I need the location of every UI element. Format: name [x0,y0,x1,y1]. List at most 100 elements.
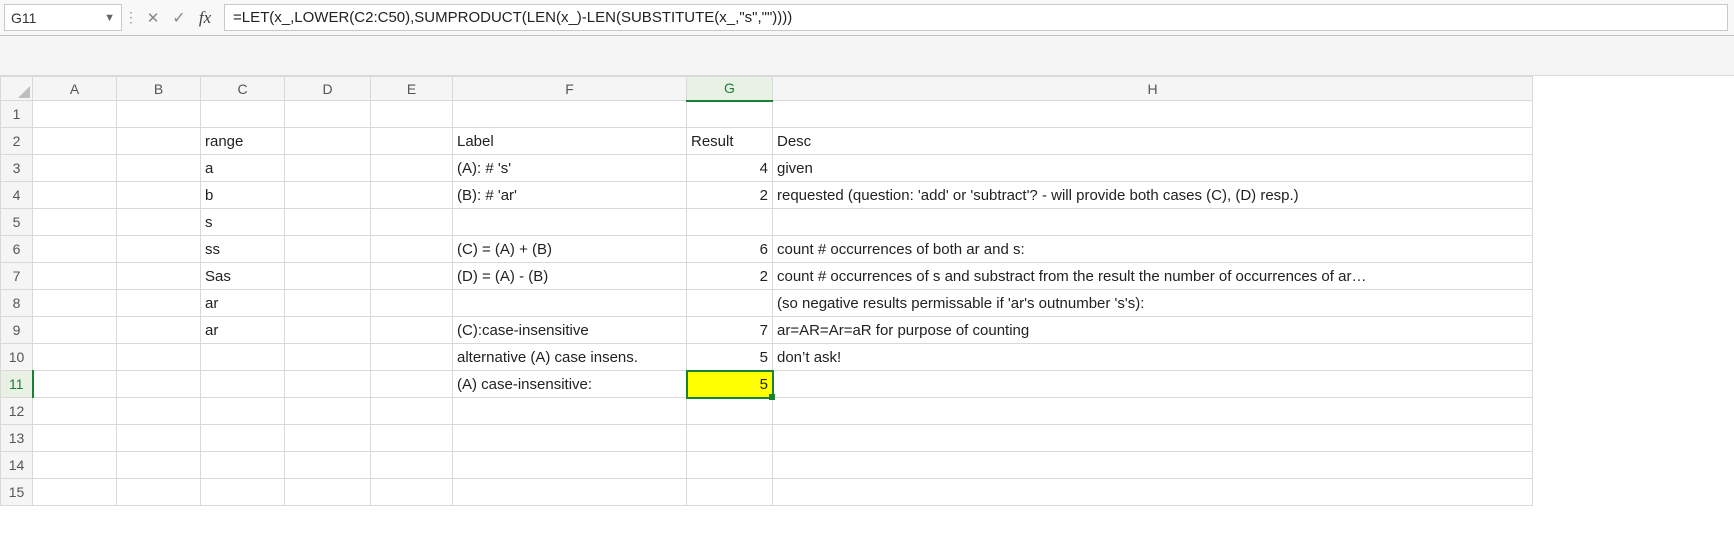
cell-G5[interactable] [687,209,773,236]
cell-F6[interactable]: (C) = (A) + (B) [453,236,687,263]
cell-H9[interactable]: ar=AR=Ar=aR for purpose of counting [773,317,1533,344]
cell-G8[interactable] [687,290,773,317]
cell-D2[interactable] [285,128,371,155]
cell-A13[interactable] [33,425,117,452]
cell-A12[interactable] [33,398,117,425]
cell-A7[interactable] [33,263,117,290]
cell-E3[interactable] [371,155,453,182]
cell-F12[interactable] [453,398,687,425]
cell-A1[interactable] [33,101,117,128]
cell-E13[interactable] [371,425,453,452]
cell-F10[interactable]: alternative (A) case insens. [453,344,687,371]
cell-A3[interactable] [33,155,117,182]
cell-C9[interactable]: ar [201,317,285,344]
cell-G13[interactable] [687,425,773,452]
column-header-E[interactable]: E [371,77,453,101]
cell-G7[interactable]: 2 [687,263,773,290]
row-header-8[interactable]: 8 [1,290,33,317]
cell-G3[interactable]: 4 [687,155,773,182]
cell-D10[interactable] [285,344,371,371]
row-header-7[interactable]: 7 [1,263,33,290]
cell-E14[interactable] [371,452,453,479]
spreadsheet-grid[interactable]: ABCDEFGH 12rangeLabelResultDesc3a(A): # … [0,76,1734,506]
cell-H12[interactable] [773,398,1533,425]
cell-H15[interactable] [773,479,1533,506]
row-header-4[interactable]: 4 [1,182,33,209]
row-header-10[interactable]: 10 [1,344,33,371]
cell-F2[interactable]: Label [453,128,687,155]
cell-D4[interactable] [285,182,371,209]
cell-B7[interactable] [117,263,201,290]
cell-D13[interactable] [285,425,371,452]
cell-F8[interactable] [453,290,687,317]
cell-E7[interactable] [371,263,453,290]
cell-H4[interactable]: requested (question: 'add' or 'subtract'… [773,182,1533,209]
cell-A8[interactable] [33,290,117,317]
cell-H3[interactable]: given [773,155,1533,182]
cell-G12[interactable] [687,398,773,425]
cell-G2[interactable]: Result [687,128,773,155]
cell-E8[interactable] [371,290,453,317]
cell-G14[interactable] [687,452,773,479]
cell-C10[interactable] [201,344,285,371]
column-header-A[interactable]: A [33,77,117,101]
cell-C15[interactable] [201,479,285,506]
column-header-H[interactable]: H [773,77,1533,101]
cell-C14[interactable] [201,452,285,479]
cell-C3[interactable]: a [201,155,285,182]
cell-E11[interactable] [371,371,453,398]
cell-F11[interactable]: (A) case-insensitive: [453,371,687,398]
cell-E5[interactable] [371,209,453,236]
cell-G6[interactable]: 6 [687,236,773,263]
row-header-12[interactable]: 12 [1,398,33,425]
cell-C4[interactable]: b [201,182,285,209]
cell-D15[interactable] [285,479,371,506]
cell-D1[interactable] [285,101,371,128]
cell-B4[interactable] [117,182,201,209]
cell-G15[interactable] [687,479,773,506]
cell-F9[interactable]: (C):case-insensitive [453,317,687,344]
cell-F13[interactable] [453,425,687,452]
row-header-9[interactable]: 9 [1,317,33,344]
cell-H7[interactable]: count # occurrences of s and substract f… [773,263,1533,290]
chevron-down-icon[interactable]: ▼ [104,12,115,24]
cell-F7[interactable]: (D) = (A) - (B) [453,263,687,290]
cell-E9[interactable] [371,317,453,344]
column-header-G[interactable]: G [687,77,773,101]
cell-H6[interactable]: count # occurrences of both ar and s: [773,236,1533,263]
cell-H11[interactable] [773,371,1533,398]
cell-D11[interactable] [285,371,371,398]
cell-C1[interactable] [201,101,285,128]
cell-B10[interactable] [117,344,201,371]
cell-H5[interactable] [773,209,1533,236]
cell-A10[interactable] [33,344,117,371]
cell-D8[interactable] [285,290,371,317]
cell-D3[interactable] [285,155,371,182]
cell-F1[interactable] [453,101,687,128]
cell-A5[interactable] [33,209,117,236]
cell-H14[interactable] [773,452,1533,479]
row-header-1[interactable]: 1 [1,101,33,128]
cell-H8[interactable]: (so negative results permissable if 'ar'… [773,290,1533,317]
cell-B12[interactable] [117,398,201,425]
cell-E15[interactable] [371,479,453,506]
cell-C5[interactable]: s [201,209,285,236]
cell-E12[interactable] [371,398,453,425]
cell-D9[interactable] [285,317,371,344]
cell-E2[interactable] [371,128,453,155]
cell-D14[interactable] [285,452,371,479]
cell-C8[interactable]: ar [201,290,285,317]
cell-B14[interactable] [117,452,201,479]
cell-G11[interactable]: 5 [687,371,773,398]
cell-E4[interactable] [371,182,453,209]
cell-A11[interactable] [33,371,117,398]
cell-B5[interactable] [117,209,201,236]
cell-C12[interactable] [201,398,285,425]
column-header-B[interactable]: B [117,77,201,101]
cell-A9[interactable] [33,317,117,344]
column-header-F[interactable]: F [453,77,687,101]
cell-B8[interactable] [117,290,201,317]
column-header-D[interactable]: D [285,77,371,101]
cell-A2[interactable] [33,128,117,155]
cell-F15[interactable] [453,479,687,506]
